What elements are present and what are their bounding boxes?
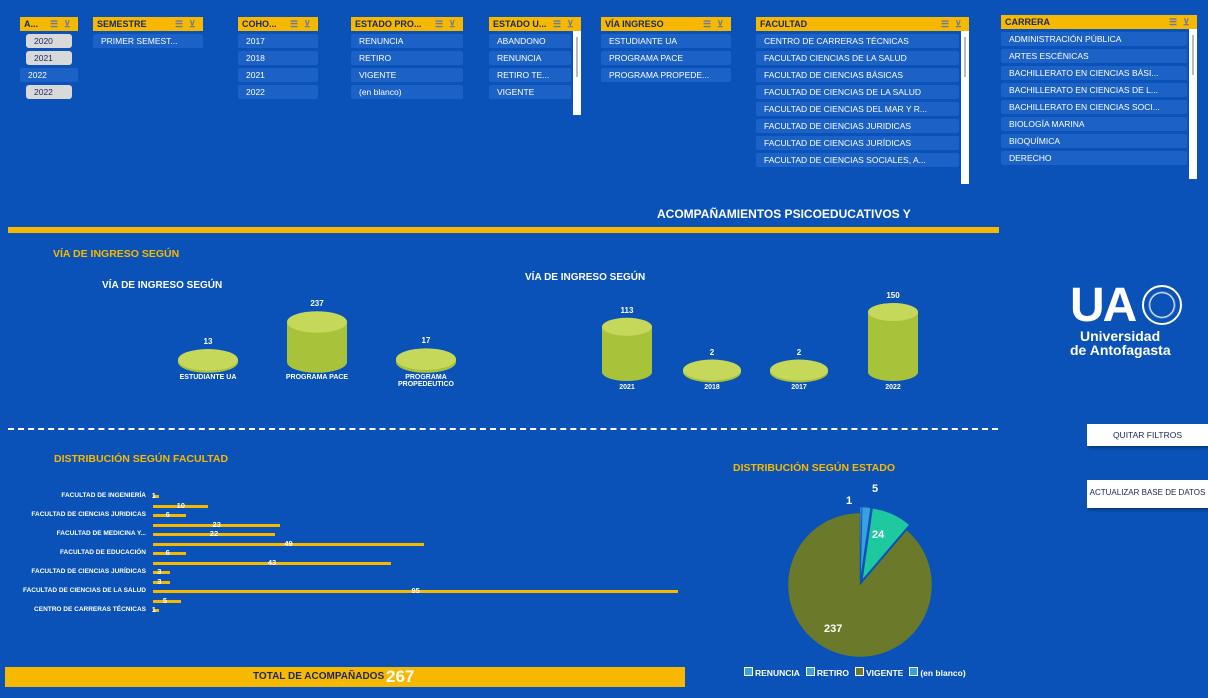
section-facultad-title: DISTRIBUCIÓN SEGÚN FACULTAD [54,453,229,465]
section-estado-title: DISTRIBUCIÓN SEGÚN ESTADO [733,462,895,474]
data-label: 6 [165,548,170,557]
slicer-carrera[interactable]: CARRERA ☰ ⊻ ADMINISTRACIÓN PÚBLICA ARTES ES… [1001,15,1197,179]
slicer-title: CARRERA [1005,17,1050,27]
legend-label: RETIRO [816,668,849,678]
facultad-label: FACULTAD DE EDUCACIÓN [59,549,146,556]
data-label: 3 [157,567,162,576]
pie-data-label: 237 [824,623,842,635]
data-label: 95 [411,586,420,595]
slicer-item[interactable]: ADMINISTRACIÓN PÚBLICA [1001,32,1187,46]
pie-data-label: 1 [846,495,852,507]
slicer-item[interactable]: BIOLOGÍA MARINA [1001,117,1187,131]
cylinder-bar [602,317,652,381]
legend-label: VIGENTE [866,668,904,678]
category-label: ESTUDIANTE UA [179,374,237,381]
total-value: 267 [386,667,415,686]
data-label: 1 [151,491,156,500]
data-label: 22 [209,529,219,538]
data-label: 6 [165,510,170,519]
data-label: 2 [709,347,715,357]
legend-item: RETIRO [805,667,849,678]
facultad-label: FACULTAD DE INGENIERÍA [61,492,146,499]
cylinder-bar [178,349,239,373]
data-label: 23 [212,519,221,529]
facultad-label: FACULTAD DE CIENCIAS JURIDICAS [31,511,146,518]
total-label: TOTAL DE ACOMPAÑADOS [253,671,385,682]
legend-label: (en blanco) [920,668,966,678]
university-logo: UA Universidad de Antofagasta [1070,282,1190,373]
data-label: 43 [267,557,277,567]
facultad-label: FACULTAD DE CIENCIAS JURÍDICAS [31,568,146,575]
slicer-item[interactable]: BACHILLERATO EN CIENCIAS DE L... [1001,83,1187,97]
estado-pie-chart: 1 5 24 237 [787,483,933,658]
data-label: 237 [310,299,324,309]
legend-item: (en blanco) [909,667,966,678]
slicer-item[interactable]: BACHILLERATO EN CIENCIAS SOCI... [1001,100,1187,114]
slicer-item[interactable]: BACHILLERATO EN CIENCIAS BÁSI... [1001,66,1187,80]
legend-label: RENUNCIA [755,668,800,678]
data-label: 150 [886,291,900,300]
legend-swatch [805,667,815,676]
pie-legend: RENUNCIA RETIRO VIGENTE (en blanco) [744,667,966,678]
cylinder-bar [770,359,828,383]
data-label: 5 [162,595,167,605]
category-label: 2021 [619,384,635,391]
legend-item: VIGENTE [855,667,903,678]
logo-line1: Universidad [1080,328,1161,344]
facultad-label: CENTRO DE CARRERAS TÉCNICAS [34,606,146,613]
actualizar-base-button[interactable]: ACTUALIZAR BASE DE DATOS [1087,480,1208,508]
data-label: 17 [421,336,431,346]
category-label: 2017 [791,384,807,391]
clear-filter-icon[interactable]: ⊻ [1183,17,1193,27]
via-ingreso-charts [178,303,918,383]
section-divider [8,428,998,430]
cylinder-bar [683,359,741,383]
multiselect-icon[interactable]: ☰ [1169,17,1179,27]
slicer-item[interactable]: BIOQUÍMICA [1001,134,1187,148]
pie-slice [787,512,933,658]
data-label: 2 [796,347,802,357]
data-label: 49 [284,538,293,548]
cylinder-bar [396,348,456,373]
data-label: 3 [157,576,162,586]
slicer-item[interactable]: DERECHO [1001,151,1187,165]
facultad-label: FACULTAD DE MEDICINA Y... [56,530,146,537]
cylinder-bar [287,311,347,373]
category-label: PROGRAMA PACE [285,374,349,381]
data-label: 113 [620,305,634,315]
data-label: 1 [151,605,156,614]
legend-swatch [744,667,753,676]
facultad-label: FACULTAD DE CIENCIAS DE LA SALUD [22,587,146,594]
data-label: 10 [176,500,185,510]
logo-line2: de Antofagasta [1070,342,1171,358]
legend-swatch [855,667,864,676]
category-label: PROGRAMA PROPEDEUTICO [397,374,454,388]
pie-data-label: 5 [872,483,878,495]
slicer-item[interactable]: ARTES ESCÉNICAS [1001,49,1187,63]
legend-swatch [909,667,919,676]
category-label: 2022 [885,384,901,391]
data-label: 13 [203,337,213,346]
category-label: 2018 [704,384,720,391]
slicer-scrollbar[interactable] [1189,29,1197,179]
legend-item: RENUNCIA [744,667,800,678]
seal-icon [1142,285,1182,325]
quitar-filtros-button[interactable]: QUITAR FILTROS [1087,424,1208,446]
pie-data-label: 24 [872,529,885,541]
cylinder-bar [868,303,918,381]
